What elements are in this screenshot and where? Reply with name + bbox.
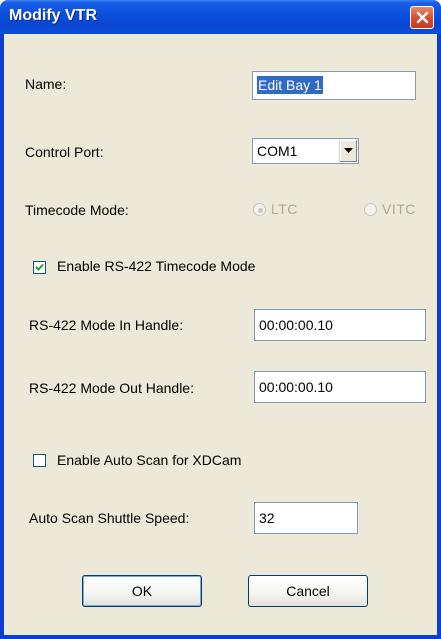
- window-title: Modify VTR: [9, 7, 97, 24]
- radio-circle: [253, 203, 266, 216]
- radio-ltc-label: LTC: [271, 201, 298, 217]
- auto-scan-label[interactable]: Enable Auto Scan for XDCam: [57, 452, 241, 468]
- in-handle-label: RS-422 Mode In Handle:: [29, 317, 184, 333]
- out-handle-label: RS-422 Mode Out Handle:: [29, 380, 194, 396]
- shuttle-speed-label: Auto Scan Shuttle Speed:: [29, 510, 190, 526]
- dropdown-button[interactable]: [339, 140, 357, 162]
- dialog-body: Name: Edit Bay 1 Control Port: COM1 Time…: [4, 34, 437, 635]
- control-port-select[interactable]: COM1: [252, 138, 359, 164]
- auto-scan-checkbox[interactable]: [33, 454, 46, 467]
- radio-vitc-label: VITC: [382, 201, 416, 217]
- chevron-down-icon: [344, 148, 353, 153]
- close-button[interactable]: [410, 6, 434, 29]
- timecode-mode-label: Timecode Mode:: [25, 202, 129, 218]
- radio-selected-dot: [258, 208, 263, 213]
- enable-rs422-label[interactable]: Enable RS-422 Timecode Mode: [57, 258, 255, 274]
- out-handle-field[interactable]: 00:00:00.10: [254, 371, 426, 403]
- name-field[interactable]: Edit Bay 1: [252, 71, 416, 100]
- name-label: Name:: [25, 76, 67, 92]
- title-bar[interactable]: Modify VTR: [0, 0, 441, 34]
- enable-rs422-checkbox[interactable]: [33, 261, 46, 274]
- control-port-value: COM1: [257, 143, 298, 159]
- shuttle-speed-field[interactable]: 32: [254, 502, 358, 534]
- control-port-label: Control Port:: [25, 144, 104, 160]
- in-handle-field[interactable]: 00:00:00.10: [254, 309, 426, 341]
- name-value: Edit Bay 1: [257, 76, 323, 94]
- close-icon: [416, 11, 429, 24]
- checkmark-icon: [35, 263, 44, 271]
- ok-button[interactable]: OK: [82, 575, 202, 607]
- dialog-window: Modify VTR Name: Edit Bay 1 Control Port…: [0, 0, 441, 639]
- radio-circle: [364, 203, 377, 216]
- cancel-button[interactable]: Cancel: [248, 575, 368, 607]
